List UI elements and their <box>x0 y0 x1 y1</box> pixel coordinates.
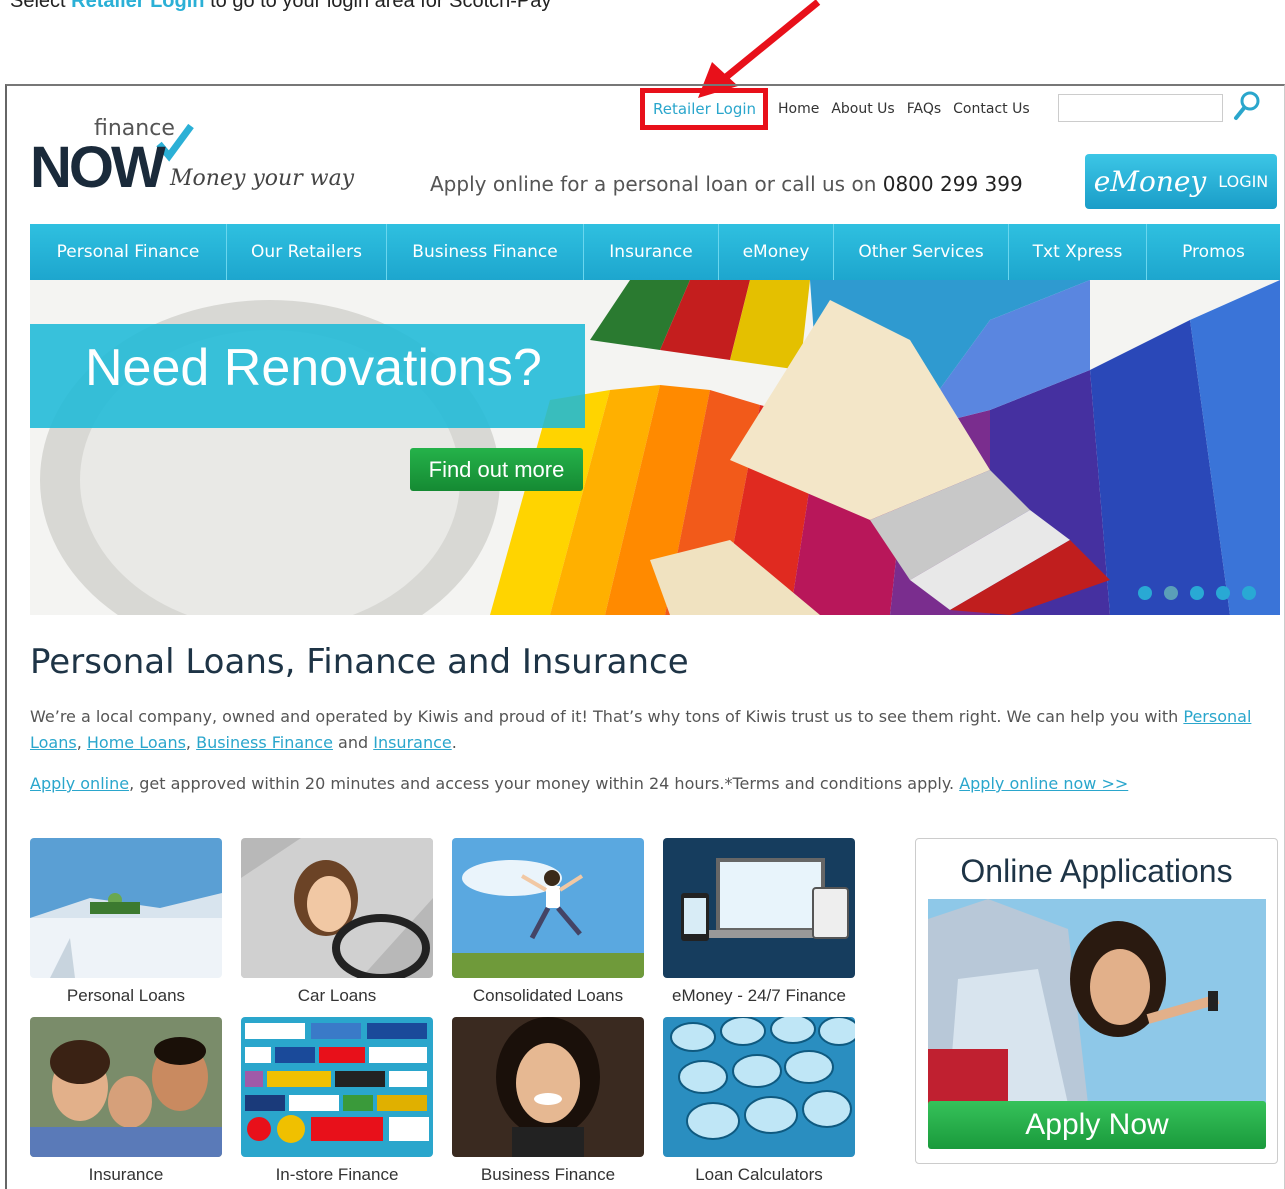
logo-tagline: Money your way <box>170 166 355 191</box>
nav-our-retailers[interactable]: Our Retailers <box>227 224 387 280</box>
tile-personal-loans[interactable]: Personal Loans <box>30 838 222 1006</box>
tile-caption: In-store Finance <box>275 1165 399 1184</box>
slider-dots <box>1138 586 1256 600</box>
tile-caption: eMoney - 24/7 Finance <box>672 986 846 1005</box>
hero-title: Need Renovations? <box>85 339 542 397</box>
home-link[interactable]: Home <box>778 101 819 117</box>
tile-caption: Loan Calculators <box>695 1165 823 1184</box>
nav-promos[interactable]: Promos <box>1147 224 1280 280</box>
contact-us-link[interactable]: Contact Us <box>953 101 1029 117</box>
devices-image <box>663 838 855 978</box>
search-icon[interactable] <box>1232 90 1262 122</box>
instruction-suffix: to go to your login area for Scotch-Pay <box>210 0 552 12</box>
tile-business-finance[interactable]: Business Finance <box>452 1017 644 1185</box>
intro-end: . <box>451 733 457 752</box>
nav-other-services[interactable]: Other Services <box>834 224 1009 280</box>
finance-now-logo[interactable]: finance NOW Money your way <box>30 112 360 207</box>
apply-now-button[interactable]: Apply Now <box>928 1101 1266 1149</box>
nav-insurance[interactable]: Insurance <box>584 224 719 280</box>
slide-dot-5[interactable] <box>1242 586 1256 600</box>
tile-caption: Consolidated Loans <box>472 986 624 1005</box>
phone-number: 0800 299 399 <box>882 172 1023 196</box>
online-applications-box: Online Applications Apply Now <box>915 838 1278 1164</box>
intro-and: and <box>332 733 374 752</box>
slide-dot-2[interactable] <box>1164 586 1178 600</box>
retailer-logos-image <box>241 1017 433 1157</box>
car-driver-image <box>241 838 433 978</box>
tile-caption: Car Loans <box>297 986 377 1005</box>
nav-txt-xpress[interactable]: Txt Xpress <box>1009 224 1147 280</box>
tile-loan-calculators[interactable]: Loan Calculators <box>663 1017 855 1185</box>
smiling-woman-image <box>452 1017 644 1157</box>
nav-emoney[interactable]: eMoney <box>719 224 834 280</box>
girl-in-car-image <box>928 899 1266 1104</box>
instruction-prefix: Select <box>10 0 66 12</box>
faqs-link[interactable]: FAQs <box>907 101 941 117</box>
instruction-highlight: Retailer Login <box>71 0 205 12</box>
calculator-keys-image <box>663 1017 855 1157</box>
slide-dot-3[interactable] <box>1190 586 1204 600</box>
apply-text: Apply online for a personal loan or call… <box>430 172 877 196</box>
main-nav: Personal Finance Our Retailers Business … <box>30 224 1280 280</box>
slide-dot-4[interactable] <box>1216 586 1230 600</box>
nav-personal-finance[interactable]: Personal Finance <box>30 224 227 280</box>
apply-online-link[interactable]: Apply online <box>30 774 129 793</box>
apply-paragraph: Apply online, get approved within 20 min… <box>30 771 1270 797</box>
family-image <box>30 1017 222 1157</box>
tile-caption: Personal Loans <box>66 986 186 1005</box>
tile-car-loans[interactable]: Car Loans <box>241 838 433 1006</box>
emoney-script-label: eMoney <box>1093 165 1207 198</box>
emoney-login-button[interactable]: eMoney LOGIN <box>1085 154 1277 209</box>
page-heading: Personal Loans, Finance and Insurance <box>30 642 689 682</box>
jumping-person-image <box>452 838 644 978</box>
intro-text: We’re a local company, owned and operate… <box>30 707 1184 726</box>
intro-paragraph: We’re a local company, owned and operate… <box>30 704 1270 756</box>
search-input[interactable] <box>1058 94 1223 122</box>
logo-now-text: NOW <box>30 135 166 200</box>
emoney-login-label: LOGIN <box>1218 172 1269 191</box>
online-applications-title: Online Applications <box>960 853 1233 889</box>
tile-caption: Insurance <box>88 1165 164 1184</box>
top-links: Home About Us FAQs Contact Us <box>778 101 1030 117</box>
instruction-text: Select Retailer Login to go to your logi… <box>10 0 551 13</box>
apply-online-now-link[interactable]: Apply online now >> <box>959 774 1128 793</box>
apply-online-banner: Apply online for a personal loan or call… <box>430 172 1023 196</box>
intro-sep: , <box>185 733 197 752</box>
business-finance-link[interactable]: Business Finance <box>196 733 333 752</box>
insurance-link[interactable]: Insurance <box>373 733 452 752</box>
tile-insurance[interactable]: Insurance <box>30 1017 222 1185</box>
retailer-login-link[interactable]: Retailer Login <box>653 100 756 118</box>
home-loans-link[interactable]: Home Loans <box>87 733 186 752</box>
nav-business-finance[interactable]: Business Finance <box>387 224 584 280</box>
tile-in-store-finance[interactable]: In-store Finance <box>241 1017 433 1185</box>
slide-dot-1[interactable] <box>1138 586 1152 600</box>
hero-slider: Need Renovations? Find out more <box>30 280 1280 615</box>
intro-sep: , <box>76 733 87 752</box>
tile-emoney[interactable]: eMoney - 24/7 Finance <box>663 838 855 1006</box>
snowboarder-image <box>30 838 222 978</box>
find-out-more-button[interactable]: Find out more <box>410 448 583 491</box>
tile-consolidated-loans[interactable]: Consolidated Loans <box>452 838 644 1006</box>
tile-caption: Business Finance <box>480 1165 616 1184</box>
apply-text-body: , get approved within 20 minutes and acc… <box>129 774 960 793</box>
about-us-link[interactable]: About Us <box>831 101 894 117</box>
